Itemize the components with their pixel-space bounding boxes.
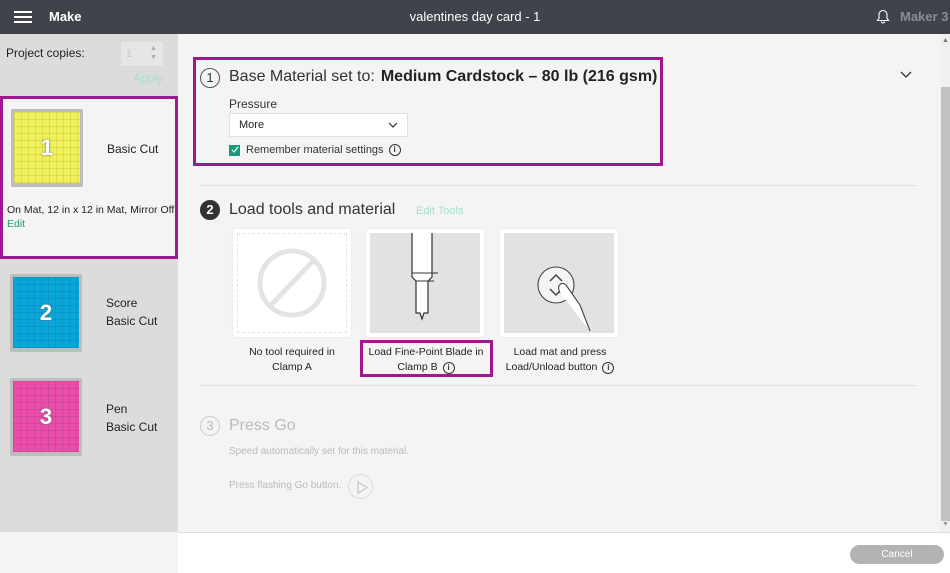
caption-line: Clamp B i [361, 360, 491, 375]
copies-stepper[interactable]: ▲ ▼ [150, 44, 157, 62]
bell-icon[interactable] [876, 9, 890, 24]
tool-image [504, 233, 614, 333]
app-title: Make [49, 9, 82, 24]
step-3-title: Press Go [229, 417, 296, 434]
edit-tools-link[interactable]: Edit Tools [416, 205, 464, 217]
caption-line: Load/Unload button i [495, 360, 625, 375]
mat-operations: Basic Cut [107, 140, 158, 158]
mat-operations: Score Basic Cut [106, 294, 157, 330]
mat-thumbnail: 1 [11, 109, 83, 187]
caption-line: Load mat and press [513, 346, 607, 358]
mat-operation: Basic Cut [107, 142, 159, 156]
project-copies-label: Project copies: [6, 46, 85, 60]
pressure-label: Pressure [229, 97, 278, 111]
caption-line: Load Fine-Point Blade in [368, 346, 484, 358]
mat-operation: Basic Cut [106, 420, 158, 434]
step-2-title: Load tools and material [229, 201, 396, 218]
mat-number: 1 [40, 135, 54, 160]
info-icon[interactable]: i [388, 144, 401, 156]
mat-operation: Basic Cut [106, 314, 158, 328]
tool-caption-clamp-a: No tool required in Clamp A [227, 345, 357, 375]
mat-edit-link[interactable]: Edit [7, 218, 25, 230]
load-unload-button-icon [537, 266, 591, 332]
mat-sidebar: Project copies: ▲▼ Apply 1 Basic Cut On … [0, 34, 178, 532]
tool-card-clamp-b [366, 229, 484, 337]
mat-info: On Mat, 12 in x 12 in Mat, Mirror Off [7, 204, 175, 216]
tool-caption-load-mat: Load mat and press Load/Unload button i [495, 345, 625, 375]
fine-point-blade-icon [411, 233, 438, 321]
cancel-button[interactable]: Cancel [850, 545, 944, 564]
sidebar-footer [0, 532, 178, 573]
remember-settings-checkbox[interactable]: Remember material settings i [229, 144, 401, 156]
mat-number: 2 [39, 300, 53, 325]
vertical-scrollbar[interactable]: ▲ ▼ [940, 34, 950, 532]
chevron-down-icon[interactable] [900, 68, 912, 80]
tool-image [237, 233, 347, 333]
base-material-label: Base Material set to: [229, 68, 375, 85]
material-name[interactable]: Medium Cardstock – 80 lb (216 gsm) [381, 68, 658, 85]
info-icon[interactable]: i [602, 362, 615, 374]
remember-settings-label: Remember material settings [246, 144, 384, 156]
document-title: valentines day card - 1 [409, 9, 541, 24]
mat-operations: Pen Basic Cut [106, 400, 157, 436]
tool-card-clamp-a [233, 229, 351, 337]
tool-caption-clamp-b: Load Fine-Point Blade in Clamp B i [361, 345, 491, 375]
mat-card-2[interactable]: 2 Score Basic Cut [0, 272, 178, 354]
mat-operation: Score [106, 296, 138, 310]
caption-text: Clamp B [397, 361, 438, 373]
machine-name[interactable]: Maker 3 [900, 9, 948, 24]
pressure-value: More [239, 119, 265, 131]
mat-operation: Pen [106, 402, 128, 416]
mat-number: 3 [39, 404, 53, 429]
chevron-down-icon [388, 122, 398, 128]
mat-thumbnail: 2 [10, 274, 82, 352]
divider [200, 185, 917, 186]
step-1-title: Base Material set to: Medium Cardstock – … [229, 68, 657, 86]
scroll-down-icon[interactable]: ▼ [942, 521, 949, 528]
checkmark-icon[interactable] [229, 144, 240, 156]
stepper-down-icon[interactable]: ▼ [150, 53, 157, 62]
press-go-note: Press flashing Go button. [229, 480, 342, 491]
make-steps-panel: 1 Base Material set to: Medium Cardstock … [178, 34, 940, 532]
play-icon [357, 480, 369, 495]
mat-card-1[interactable]: 1 Basic Cut On Mat, 12 in x 12 in Mat, M… [0, 96, 178, 259]
scroll-up-icon[interactable]: ▲ [942, 37, 949, 44]
tool-image [370, 233, 480, 333]
mat-thumbnail: 3 [10, 378, 82, 456]
caption-text: Load/Unload button [505, 361, 598, 373]
top-bar: Make valentines day card - 1 Maker 3 [0, 0, 950, 34]
step-3-number: 3 [200, 416, 220, 436]
menu-icon[interactable] [14, 11, 32, 23]
go-button[interactable] [348, 474, 373, 499]
no-tool-icon [257, 248, 327, 318]
divider [200, 385, 917, 386]
footer-bar: Cancel [178, 532, 950, 573]
pressure-dropdown[interactable]: More [229, 113, 408, 137]
mat-card-3[interactable]: 3 Pen Basic Cut [0, 378, 178, 460]
step-1-number: 1 [200, 68, 220, 88]
tool-card-load-mat [500, 229, 618, 337]
scrollbar-thumb[interactable] [941, 87, 950, 521]
info-icon[interactable]: i [442, 362, 455, 374]
speed-note: Speed automatically set for this materia… [229, 446, 410, 457]
stepper-up-icon[interactable]: ▲ [150, 44, 157, 53]
caption-line: No tool required in [249, 346, 335, 358]
step-2-number: 2 [200, 200, 220, 220]
apply-button[interactable]: Apply [133, 71, 163, 85]
caption-line: Clamp A [272, 361, 312, 373]
